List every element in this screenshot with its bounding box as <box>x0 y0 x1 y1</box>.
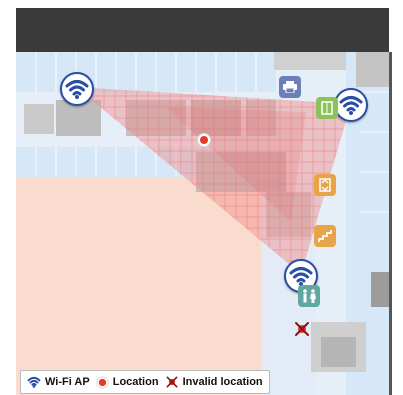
room-h <box>274 52 346 70</box>
legend-wifi-label: Wi-Fi AP <box>45 376 90 388</box>
room-a <box>24 104 54 134</box>
room-i <box>356 52 389 87</box>
elevator-icon[interactable] <box>314 174 336 196</box>
wifi-ap-marker-east[interactable] <box>334 88 368 122</box>
invalid-location-icon[interactable] <box>293 320 311 338</box>
north-corridor <box>16 52 276 92</box>
room-j <box>371 272 389 307</box>
wifi-icon <box>339 96 363 115</box>
location-dot-icon[interactable] <box>196 132 212 148</box>
wifi-ap-marker-west[interactable] <box>60 72 94 106</box>
legend-wifi-ap: Wi-Fi AP <box>27 376 90 388</box>
stairs-icon[interactable] <box>314 225 336 247</box>
map-header-bar <box>16 8 389 52</box>
map-legend: Wi-Fi AP Location Invalid location <box>20 370 270 394</box>
wifi-icon <box>65 80 89 99</box>
restroom-icon[interactable] <box>298 285 320 307</box>
wifi-icon <box>27 376 41 388</box>
floorplan-map[interactable] <box>16 52 389 395</box>
window-border <box>389 52 392 395</box>
printer-icon[interactable] <box>279 76 301 98</box>
legend-invalid-location: Invalid location <box>165 375 263 389</box>
floorplan-window: Wi-Fi AP Location Invalid location <box>0 0 403 395</box>
room-l <box>321 337 356 367</box>
elevator-icon[interactable] <box>316 97 338 119</box>
location-dot-icon <box>96 375 109 389</box>
legend-location-label: Location <box>112 376 159 388</box>
wifi-icon <box>289 267 313 286</box>
invalid-location-icon <box>166 376 178 388</box>
legend-location: Location <box>96 375 159 389</box>
legend-invalid-label: Invalid location <box>182 376 263 388</box>
